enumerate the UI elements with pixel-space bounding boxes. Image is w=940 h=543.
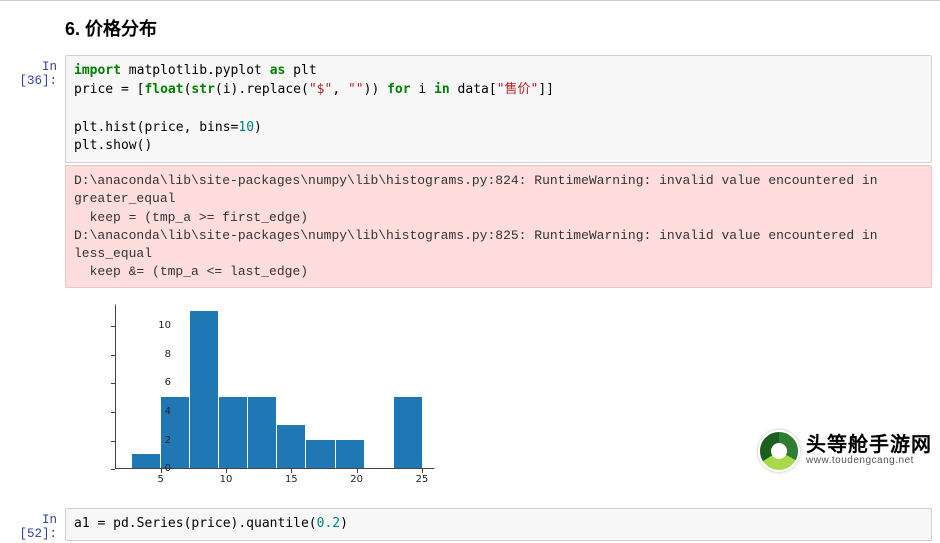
code-text: data[ [450,82,497,97]
code-text: , [332,82,348,97]
x-tick-label: 20 [347,474,367,485]
histogram-bar [336,440,365,469]
histogram-chart: 0 2 4 6 8 10 5 10 15 20 25 [77,298,457,498]
code-text: i [411,82,434,97]
builtin-str: str [191,82,214,97]
histogram-bar [394,397,423,469]
code-text: plt [285,63,316,78]
string-lit: "" [348,82,364,97]
code-text: price = [ [74,82,144,97]
x-tick-label: 5 [151,474,171,485]
y-tick-label: 2 [141,435,171,446]
code-input[interactable]: import matplotlib.pyplot as plt price = … [65,55,932,163]
kw-import: import [74,63,121,78]
notebook-cell: In [52]: a1 = pd.Series(price).quantile(… [0,508,940,541]
code-text: ) [340,516,348,531]
code-text: )) [364,82,387,97]
y-tick-label: 10 [141,320,171,331]
number-lit: 0.2 [317,516,340,531]
watermark-url: www.toudengcang.net [806,456,932,467]
histogram-bar [277,425,306,468]
cell-prompt: In [52]: [0,508,65,541]
cell-prompt: In [36]: [0,55,65,163]
histogram-bar [190,311,219,469]
x-tick-label: 25 [412,474,432,485]
watermark: 头等舱手游网 www.toudengcang.net [758,430,932,472]
section-heading: 6. 价格分布 [0,1,940,55]
y-tick-label: 4 [141,406,171,417]
notebook-cell: In [36]: import matplotlib.pyplot as plt… [0,55,940,163]
code-text: matplotlib.pyplot [121,63,270,78]
builtin-float: float [144,82,183,97]
watermark-title: 头等舱手游网 [806,435,932,456]
y-tick-label: 6 [141,377,171,388]
string-lit: "售价" [497,82,539,97]
code-text: ]] [538,82,554,97]
code-text: (i).replace( [215,82,309,97]
code-input[interactable]: a1 = pd.Series(price).quantile(0.2) [65,508,932,541]
kw-as: as [270,63,286,78]
number-lit: 10 [238,120,254,135]
runtime-warning: D:\anaconda\lib\site-packages\numpy\lib\… [65,165,932,288]
code-text: a1 = pd.Series(price).quantile( [74,516,317,531]
watermark-logo-icon [758,430,800,472]
y-tick-label: 8 [141,349,171,360]
x-tick-label: 10 [216,474,236,485]
histogram-bar [248,397,277,469]
code-text: plt.show() [74,138,152,153]
code-text: ) [254,120,262,135]
x-tick-label: 15 [281,474,301,485]
y-tick-label: 0 [141,463,171,474]
kw-in: in [434,82,450,97]
histogram-bar [306,440,335,469]
code-text: plt.hist(price, bins= [74,120,238,135]
string-lit: "$" [309,82,332,97]
histogram-bar [219,397,248,469]
kw-for: for [387,82,410,97]
